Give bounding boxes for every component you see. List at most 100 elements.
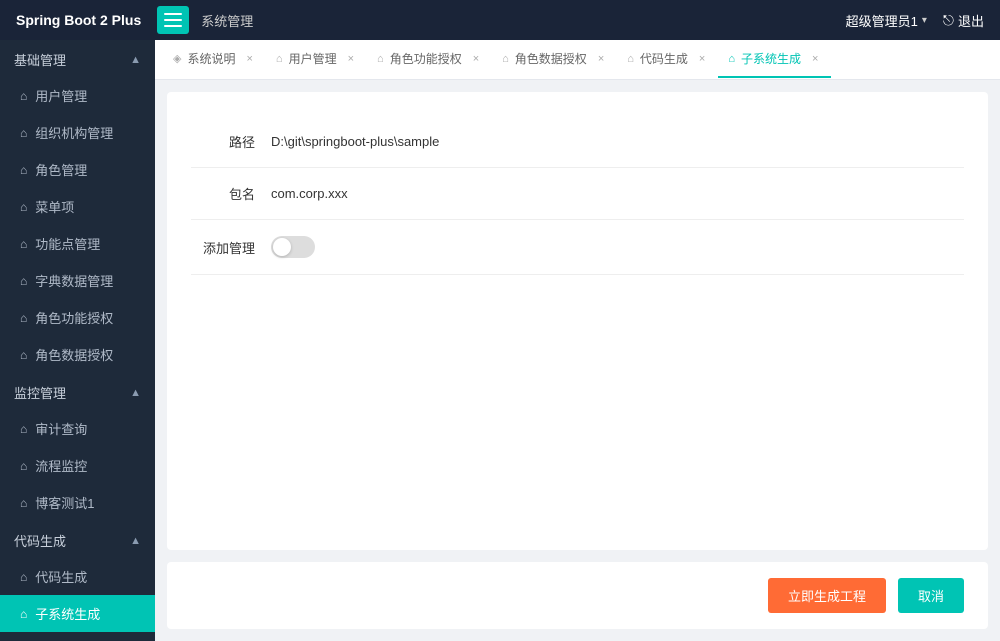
topbar-nav-label: 系统管理	[201, 11, 253, 30]
sidebar-item-label: 流程监控	[35, 456, 87, 475]
tab-sysinfo-icon: ◈	[173, 52, 181, 65]
tabs-bar: ◈ 系统说明 × ⌂ 用户管理 × ⌂ 角色功能授权 × ⌂ 角色数据授权 × …	[155, 40, 1000, 80]
menu-toggle-button[interactable]	[157, 6, 189, 34]
sidebar-item-label: 审计查询	[35, 419, 87, 438]
sidebar-item-label: 博客测试1	[35, 493, 94, 512]
sidebar-item-label: 组织机构管理	[35, 123, 113, 142]
sidebar-item-label: 代码生成	[35, 567, 87, 586]
sidebar-item-audit[interactable]: ⌂ 审计查询	[0, 410, 155, 447]
house-icon: ⌂	[20, 348, 27, 362]
tab-role-data-close[interactable]: ×	[595, 52, 607, 66]
tab-code-gen-label: 代码生成	[640, 50, 688, 67]
add-label: 添加管理	[191, 238, 271, 257]
tab-code-gen-icon: ⌂	[627, 53, 634, 65]
add-management-toggle[interactable]	[271, 236, 315, 258]
path-value: D:\git\springboot-plus\sample	[271, 134, 964, 149]
tab-role-data-icon: ⌂	[502, 53, 509, 65]
tab-role-func-close[interactable]: ×	[470, 52, 482, 66]
sidebar-group-monitor-label: 监控管理	[14, 383, 66, 402]
sidebar: 基础管理 ▲ ⌂ 用户管理 ⌂ 组织机构管理 ⌂ 角色管理 ⌂ 菜单项 ⌂ 功能…	[0, 40, 155, 641]
sidebar-item-label: 用户管理	[35, 86, 87, 105]
pkg-value: com.corp.xxx	[271, 186, 964, 201]
sidebar-group-codegen[interactable]: 代码生成 ▲	[0, 521, 155, 558]
house-icon: ⌂	[20, 163, 27, 177]
house-icon: ⌂	[20, 496, 27, 510]
sidebar-item-label: 角色管理	[35, 160, 87, 179]
house-icon: ⌂	[20, 311, 27, 325]
sidebar-group-basic[interactable]: 基础管理 ▲	[0, 40, 155, 77]
user-chevron-icon: ▾	[922, 15, 927, 26]
form-row-pkg: 包名 com.corp.xxx	[191, 168, 964, 220]
app-logo: Spring Boot 2 Plus	[16, 12, 141, 28]
generate-button[interactable]: 立即生成工程	[768, 578, 886, 613]
house-icon: ⌂	[20, 422, 27, 436]
tab-role-data-label: 角色数据授权	[515, 50, 587, 67]
sidebar-item-label: 角色数据授权	[35, 345, 113, 364]
sidebar-item-user-mgmt[interactable]: ⌂ 用户管理	[0, 77, 155, 114]
house-icon: ⌂	[20, 89, 27, 103]
sidebar-item-role-func[interactable]: ⌂ 角色功能授权	[0, 299, 155, 336]
sidebar-item-label: 功能点管理	[35, 234, 100, 253]
tab-subsys-gen[interactable]: ⌂ 子系统生成 ×	[718, 42, 831, 78]
form-row-add: 添加管理	[191, 220, 964, 275]
house-icon: ⌂	[20, 200, 27, 214]
tab-user-mgmt[interactable]: ⌂ 用户管理 ×	[266, 42, 367, 78]
topbar: Spring Boot 2 Plus 系统管理 超级管理员1 ▾ ⎋ 退出	[0, 0, 1000, 40]
sidebar-item-menu-mgmt[interactable]: ⌂ 菜单项	[0, 188, 155, 225]
sidebar-item-func-mgmt[interactable]: ⌂ 功能点管理	[0, 225, 155, 262]
sidebar-group-basic-label: 基础管理	[14, 50, 66, 69]
sidebar-item-label: 字典数据管理	[35, 271, 113, 290]
sidebar-group-basic-arrow: ▲	[130, 54, 141, 66]
logout-label: 退出	[958, 11, 984, 30]
sidebar-item-role-data[interactable]: ⌂ 角色数据授权	[0, 336, 155, 373]
sidebar-group-monitor-arrow: ▲	[130, 387, 141, 399]
sidebar-group-codegen-arrow: ▲	[130, 535, 141, 547]
tab-sysinfo[interactable]: ◈ 系统说明 ×	[163, 42, 266, 78]
house-icon: ⌂	[20, 607, 27, 621]
user-label: 超级管理员1	[846, 11, 918, 30]
tab-sysinfo-close[interactable]: ×	[243, 52, 255, 66]
logout-icon: ⎋	[943, 12, 954, 29]
tab-role-func[interactable]: ⌂ 角色功能授权 ×	[367, 42, 492, 78]
tab-subsys-gen-label: 子系统生成	[741, 50, 801, 67]
topbar-right: 超级管理员1 ▾ ⎋ 退出	[846, 11, 984, 30]
pkg-label: 包名	[191, 184, 271, 203]
cancel-button[interactable]: 取消	[898, 578, 964, 613]
sidebar-item-label: 子系统生成	[35, 604, 100, 623]
tab-role-func-icon: ⌂	[377, 53, 384, 65]
sidebar-item-blog1[interactable]: ⌂ 博客测试1	[0, 484, 155, 521]
sidebar-group-monitor[interactable]: 监控管理 ▲	[0, 373, 155, 410]
action-bar: 立即生成工程 取消	[167, 562, 988, 629]
sidebar-item-role-mgmt[interactable]: ⌂ 角色管理	[0, 151, 155, 188]
tab-code-gen[interactable]: ⌂ 代码生成 ×	[617, 42, 718, 78]
sidebar-item-label: 角色功能授权	[35, 308, 113, 327]
tab-user-label: 用户管理	[289, 50, 337, 67]
tab-role-func-label: 角色功能授权	[390, 50, 462, 67]
tab-subsys-gen-close[interactable]: ×	[809, 52, 821, 66]
house-icon: ⌂	[20, 274, 27, 288]
sidebar-item-subsys-gen[interactable]: ⌂ 子系统生成	[0, 595, 155, 632]
house-icon: ⌂	[20, 126, 27, 140]
tab-role-data[interactable]: ⌂ 角色数据授权 ×	[492, 42, 617, 78]
sidebar-item-flow[interactable]: ⌂ 流程监控	[0, 447, 155, 484]
tab-user-icon: ⌂	[276, 53, 283, 65]
tab-sysinfo-label: 系统说明	[187, 50, 235, 67]
main-content: ◈ 系统说明 × ⌂ 用户管理 × ⌂ 角色功能授权 × ⌂ 角色数据授权 × …	[155, 40, 1000, 641]
sidebar-item-code-gen[interactable]: ⌂ 代码生成	[0, 558, 155, 595]
toggle-track	[271, 236, 315, 258]
sidebar-group-codegen-label: 代码生成	[14, 531, 66, 550]
path-label: 路径	[191, 132, 271, 151]
tab-code-gen-close[interactable]: ×	[696, 52, 708, 66]
sidebar-item-label: 菜单项	[35, 197, 74, 216]
toggle-thumb	[273, 238, 291, 256]
house-icon: ⌂	[20, 237, 27, 251]
tab-subsys-gen-icon: ⌂	[728, 53, 735, 65]
house-icon: ⌂	[20, 459, 27, 473]
sidebar-item-org-mgmt[interactable]: ⌂ 组织机构管理	[0, 114, 155, 151]
tab-user-close[interactable]: ×	[345, 52, 357, 66]
content-area: 路径 D:\git\springboot-plus\sample 包名 com.…	[167, 92, 988, 550]
layout: 基础管理 ▲ ⌂ 用户管理 ⌂ 组织机构管理 ⌂ 角色管理 ⌂ 菜单项 ⌂ 功能…	[0, 40, 1000, 641]
user-menu-button[interactable]: 超级管理员1 ▾	[846, 11, 927, 30]
sidebar-item-dict-mgmt[interactable]: ⌂ 字典数据管理	[0, 262, 155, 299]
logout-button[interactable]: ⎋ 退出	[943, 11, 984, 30]
